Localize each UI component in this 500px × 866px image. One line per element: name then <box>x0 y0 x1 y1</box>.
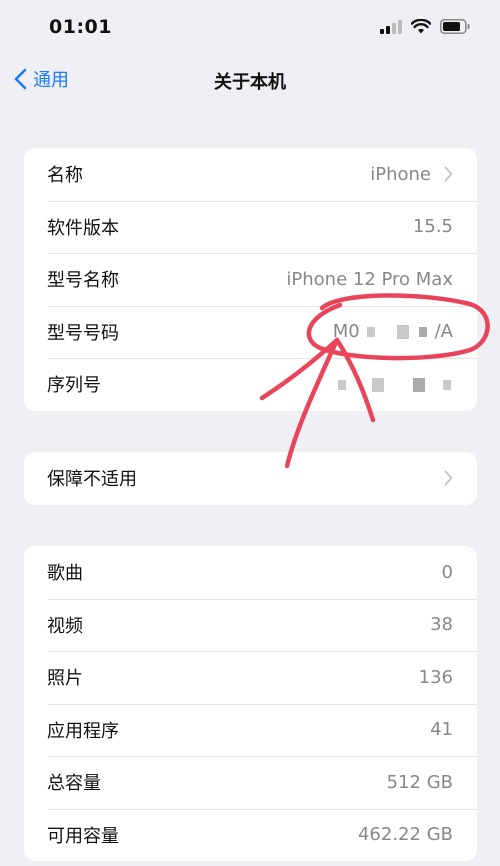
applications-label: 应用程序 <box>47 720 119 742</box>
chevron-right-icon <box>444 166 453 182</box>
videos-label: 视频 <box>47 615 83 637</box>
serial-number-row[interactable]: 序列号 <box>24 358 477 411</box>
obscured-text <box>397 325 410 340</box>
warranty-group: 保障不适用 <box>24 452 477 505</box>
photos-row: 照片 136 <box>24 651 477 704</box>
software-version-label: 软件版本 <box>47 217 119 239</box>
songs-label: 歌曲 <box>47 563 83 585</box>
page-title: 关于本机 <box>214 72 286 93</box>
obscured-text <box>443 379 451 390</box>
software-version-value: 15.5 <box>412 216 453 238</box>
obscured-text <box>413 377 426 392</box>
photos-label: 照片 <box>47 668 83 690</box>
nav-bar: 通用 关于本机 <box>0 58 500 102</box>
serial-number-label: 序列号 <box>47 375 101 397</box>
model-name-value: iPhone 12 Pro Max <box>286 268 453 290</box>
obscured-text <box>371 377 384 392</box>
videos-row: 视频 38 <box>24 598 477 652</box>
battery-icon <box>440 19 470 34</box>
cellular-signal-icon <box>380 19 402 34</box>
available-label: 可用容量 <box>47 825 119 847</box>
songs-row: 歌曲 0 <box>24 546 477 599</box>
model-number-row[interactable]: 型号号码 M0 /A <box>24 305 477 359</box>
obscured-text <box>337 379 346 390</box>
obscured-text <box>367 327 376 338</box>
model-number-label: 型号号码 <box>47 322 119 344</box>
status-bar: 01:01 <box>0 0 500 56</box>
capacity-row: 总容量 512 GB <box>24 756 477 809</box>
available-row: 可用容量 462.22 GB <box>24 808 477 862</box>
media-group: 歌曲 0 视频 38 照片 136 应用程序 41 总容量 512 GB 可用容… <box>24 546 477 861</box>
software-version-row: 软件版本 15.5 <box>24 200 477 254</box>
name-row[interactable]: 名称 iPhone <box>24 148 477 201</box>
model-number-value: M0 /A <box>333 321 453 342</box>
capacity-label: 总容量 <box>47 773 101 795</box>
wifi-icon <box>411 19 431 34</box>
videos-value: 38 <box>430 614 453 636</box>
applications-value: 41 <box>430 719 453 741</box>
info-group: 名称 iPhone 软件版本 15.5 型号名称 iPhone 12 Pro M… <box>24 148 477 411</box>
status-icons <box>380 19 470 34</box>
photos-value: 136 <box>418 666 453 688</box>
serial-number-value <box>336 374 453 395</box>
model-name-row: 型号名称 iPhone 12 Pro Max <box>24 253 477 306</box>
status-time: 01:01 <box>49 16 112 38</box>
name-label: 名称 <box>47 165 83 187</box>
model-number-suffix: /A <box>434 321 453 343</box>
warranty-label: 保障不适用 <box>47 469 137 491</box>
available-value: 462.22 GB <box>357 824 453 846</box>
warranty-row[interactable]: 保障不适用 <box>24 452 477 505</box>
capacity-value: 512 GB <box>386 771 453 793</box>
applications-row: 应用程序 41 <box>24 703 477 757</box>
obscured-text <box>418 327 427 338</box>
model-number-prefix: M0 <box>332 321 360 343</box>
songs-value: 0 <box>441 561 453 583</box>
chevron-right-icon <box>444 470 453 486</box>
model-name-label: 型号名称 <box>47 270 119 292</box>
name-value: iPhone <box>370 163 431 185</box>
